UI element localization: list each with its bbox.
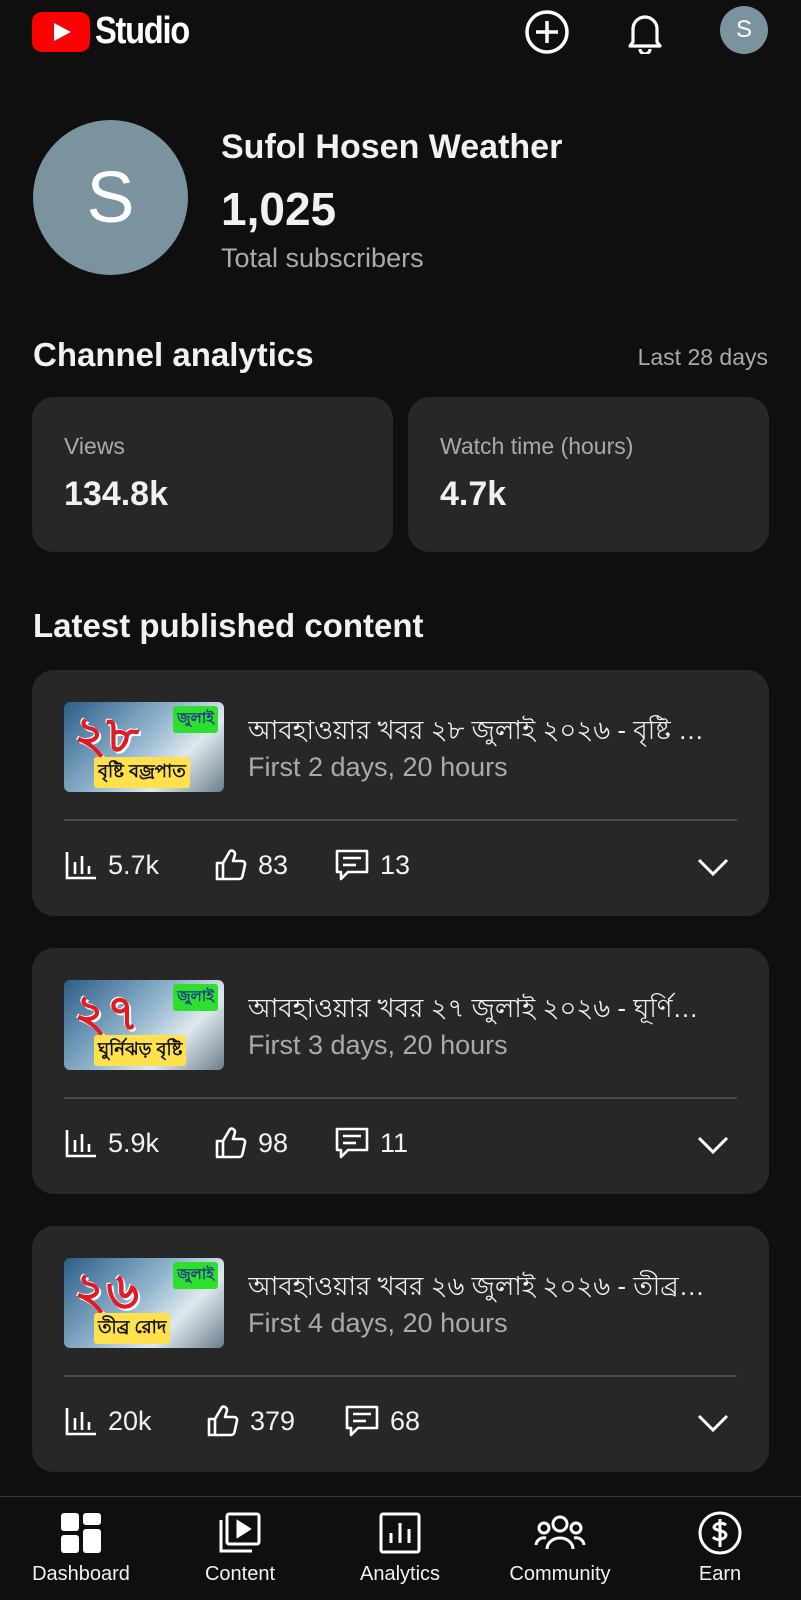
comment-icon [335,1127,369,1159]
thumbnail-caption: বৃষ্টি বজ্রপাত [94,757,190,788]
nav-dashboard[interactable]: Dashboard [11,1509,151,1595]
thumbs-up-icon [207,1405,239,1437]
views-metric: 20k [64,1402,152,1440]
expand-button[interactable] [696,850,730,884]
bottom-navigation: Dashboard Content Analytics Community Ea… [0,1496,801,1600]
chevron-down-icon [697,1136,729,1155]
video-title[interactable]: আবহাওয়ার খবর ২৬ জুলাই ২০২৬ - তীব্র… [248,1266,738,1310]
video-period: First 4 days, 20 hours [248,1308,508,1338]
subscriber-label: Total subscribers [221,243,424,273]
comments-metric: 13 [334,846,410,884]
views-metric: 5.7k [64,846,159,884]
analytics-icon [379,1512,421,1554]
analytics-period: Last 28 days [637,344,768,370]
nav-content[interactable]: Content [170,1509,310,1595]
dashboard-icon [61,1513,101,1553]
thumbs-up-icon [215,1127,247,1159]
video-period: First 2 days, 20 hours [248,752,508,782]
account-avatar[interactable]: S [720,6,768,54]
comment-icon [335,849,369,881]
nav-analytics[interactable]: Analytics [330,1509,470,1595]
video-thumbnail[interactable]: ২৭ জুলাই ঘুর্নিঝড় বৃষ্টি [64,980,224,1070]
comments-count: 13 [380,849,411,880]
channel-avatar[interactable]: S [33,120,188,275]
bar-chart-icon [65,1130,96,1158]
views-label: Views [64,433,125,459]
analytics-section-title: Channel analytics [33,336,314,373]
comment-icon [345,1405,379,1437]
youtube-play-icon [32,11,90,52]
bar-chart-icon [65,1408,96,1436]
likes-metric: 83 [214,846,288,884]
divider [64,819,737,821]
views-count: 5.9k [108,1127,160,1158]
views-value: 134.8k [64,475,168,513]
video-card[interactable]: ২৭ জুলাই ঘুর্নিঝড় বৃষ্টি আবহাওয়ার খবর … [32,948,769,1194]
latest-content-title: Latest published content [33,607,424,644]
likes-count: 83 [258,849,289,880]
views-count: 20k [108,1405,152,1436]
likes-metric: 98 [214,1124,288,1162]
create-button[interactable] [523,8,571,56]
comments-metric: 68 [344,1402,420,1440]
thumbnail-month: জুলাই [173,1262,218,1289]
community-icon [534,1515,586,1550]
bar-chart-icon [65,852,96,880]
studio-app: Studio S S Sufol Hosen Weather 1,025 Tot… [0,0,801,1600]
video-title[interactable]: আবহাওয়ার খবর ২৭ জুলাই ২০২৬ - ঘূর্ণি… [248,988,738,1032]
logo-text: Studio [95,10,190,52]
thumbnail-caption: ঘুর্নিঝড় বৃষ্টি [94,1035,187,1066]
expand-button[interactable] [696,1406,730,1440]
divider [64,1097,737,1099]
comments-count: 11 [380,1127,409,1158]
likes-metric: 379 [206,1402,295,1440]
nav-label: Earn [698,1563,742,1585]
earn-icon [698,1511,742,1555]
chevron-down-icon [697,858,729,877]
likes-count: 379 [250,1405,296,1436]
notifications-button[interactable] [621,8,669,56]
watch-time-value: 4.7k [440,475,507,513]
comments-count: 68 [390,1405,421,1436]
chevron-down-icon [697,1414,729,1433]
content-icon [219,1512,261,1553]
expand-button[interactable] [696,1128,730,1162]
video-period: First 3 days, 20 hours [248,1030,508,1060]
video-card[interactable]: ২৮ জুলাই বৃষ্টি বজ্রপাত আবহাওয়ার খবর ২৮… [32,670,769,916]
channel-name: Sufol Hosen Weather [221,128,563,166]
subscriber-count: 1,025 [221,183,337,235]
comments-metric: 11 [334,1124,408,1162]
views-count: 5.7k [108,849,160,880]
nav-earn[interactable]: Earn [650,1509,790,1595]
nav-label: Community [509,1563,611,1585]
nav-label: Analytics [359,1563,441,1585]
video-card[interactable]: ২৬ জুলাই তীব্র রোদ আবহাওয়ার খবর ২৬ জুলা… [32,1226,769,1472]
thumbnail-month: জুলাই [173,706,218,733]
bell-icon [628,15,662,54]
video-thumbnail[interactable]: ২৮ জুলাই বৃষ্টি বজ্রপাত [64,702,224,792]
nav-label: Dashboard [32,1563,130,1585]
views-card[interactable]: Views 134.8k [32,397,393,552]
nav-community[interactable]: Community [490,1509,630,1595]
thumbs-up-icon [215,849,247,881]
likes-count: 98 [258,1127,289,1158]
thumbnail-caption: তীব্র রোদ [94,1313,171,1344]
divider [64,1375,737,1377]
watch-time-card[interactable]: Watch time (hours) 4.7k [408,397,769,552]
watch-time-label: Watch time (hours) [440,433,634,459]
nav-label: Content [204,1563,276,1585]
add-circle-icon [525,10,569,54]
video-title[interactable]: আবহাওয়ার খবর ২৮ জুলাই ২০২৬ - বৃষ্টি … [248,710,738,754]
views-metric: 5.9k [64,1124,159,1162]
top-bar: Studio S [0,0,801,64]
video-thumbnail[interactable]: ২৬ জুলাই তীব্র রোদ [64,1258,224,1348]
thumbnail-month: জুলাই [173,984,218,1011]
youtube-studio-logo[interactable]: Studio [32,10,204,53]
